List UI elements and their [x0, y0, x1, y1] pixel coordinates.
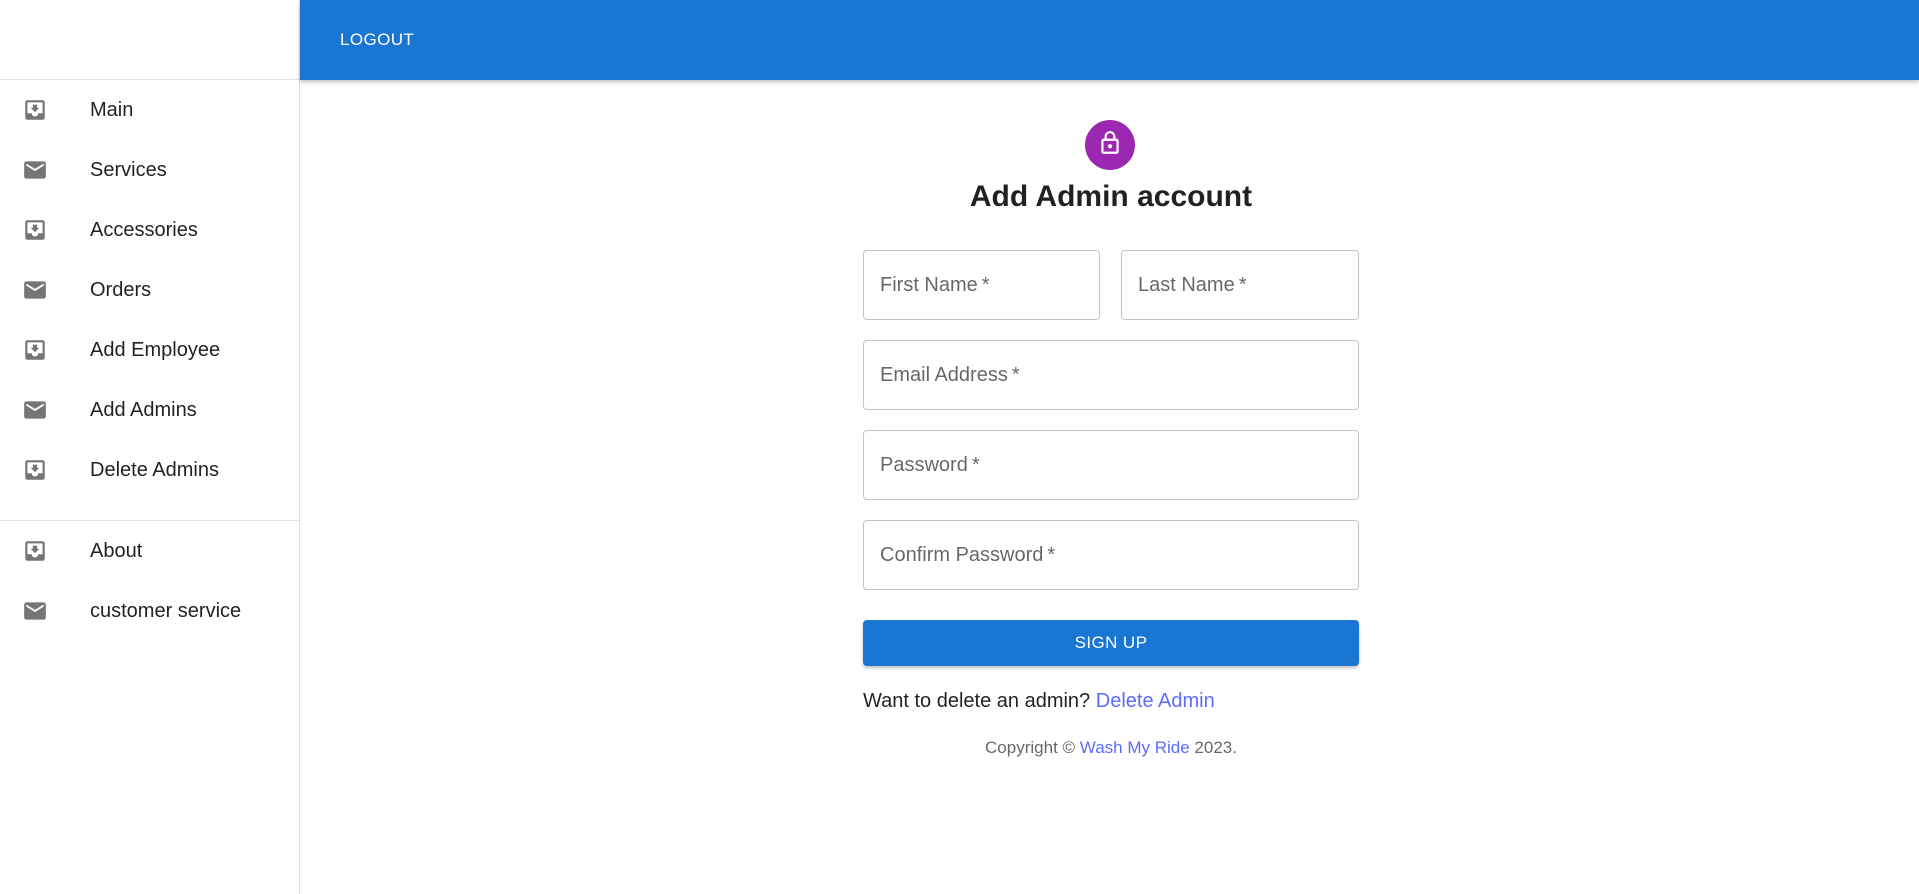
delete-admin-prompt: Want to delete an admin? Delete Admin: [863, 690, 1215, 713]
sidebar-item-accessories[interactable]: Accessories: [0, 200, 299, 260]
required-marker: *: [1011, 363, 1020, 386]
first-name-field[interactable]: First Name *: [863, 250, 1100, 320]
sidebar-item-services[interactable]: Services: [0, 140, 299, 200]
page-title: Add Admin account: [969, 180, 1253, 213]
sidebar-item-label: Add Employee: [90, 338, 221, 361]
last-name-field[interactable]: Last Name *: [1121, 250, 1359, 320]
sidebar-item-about[interactable]: About: [0, 521, 299, 581]
copyright-prefix: Copyright ©: [985, 738, 1076, 757]
sidebar-item-label: customer service: [90, 599, 242, 622]
logout-button[interactable]: LOGOUT: [330, 22, 424, 58]
top-app-bar: LOGOUT: [300, 0, 1919, 80]
copyright-year: 2023.: [1194, 738, 1237, 757]
required-marker: *: [971, 453, 980, 476]
email-placeholder: Email Address: [880, 363, 1008, 386]
move-to-inbox-icon: [22, 217, 48, 243]
email-field[interactable]: Email Address *: [863, 340, 1359, 410]
secondary-nav-list: About customer service: [0, 521, 299, 641]
required-marker: *: [1047, 543, 1056, 566]
sidebar-item-label: Orders: [90, 278, 152, 301]
main-content: Add Admin account First Name * Last Name *…: [300, 80, 1919, 894]
move-to-inbox-icon: [22, 97, 48, 123]
sign-up-button[interactable]: SIGN UP: [863, 620, 1359, 666]
sidebar-item-add-admins[interactable]: Add Admins: [0, 380, 299, 440]
avatar: [1085, 120, 1135, 170]
sidebar-item-delete-admins[interactable]: Delete Admins: [0, 440, 299, 500]
password-placeholder: Password: [880, 453, 968, 476]
mail-icon: [22, 397, 48, 423]
sidebar-item-add-employee[interactable]: Add Employee: [0, 320, 299, 380]
mail-icon: [22, 157, 48, 183]
sidebar-drawer: Main Services Accessories Orders Add Emp…: [0, 0, 300, 894]
password-field[interactable]: Password *: [863, 430, 1359, 500]
required-marker: *: [1238, 273, 1247, 296]
copyright-footer: Copyright © Wash My Ride 2023.: [863, 738, 1359, 758]
lock-icon: [1097, 130, 1123, 161]
delete-admin-link[interactable]: Delete Admin: [1096, 690, 1215, 712]
last-name-placeholder: Last Name: [1138, 273, 1235, 296]
first-name-placeholder: First Name: [880, 273, 978, 296]
sidebar-item-label: Add Admins: [90, 398, 197, 421]
sidebar-item-customer-service[interactable]: customer service: [0, 581, 299, 641]
mail-icon: [22, 277, 48, 303]
delete-prompt-text: Want to delete an admin?: [863, 690, 1091, 712]
confirm-password-field[interactable]: Confirm Password *: [863, 520, 1359, 590]
sidebar-item-main[interactable]: Main: [0, 80, 299, 140]
sidebar-item-label: Services: [90, 158, 167, 181]
sidebar-item-label: Accessories: [90, 218, 198, 241]
mail-icon: [22, 598, 48, 624]
sidebar-item-orders[interactable]: Orders: [0, 260, 299, 320]
sidebar-item-label: Delete Admins: [90, 458, 219, 481]
required-marker: *: [981, 273, 990, 296]
primary-nav-list: Main Services Accessories Orders Add Emp…: [0, 80, 299, 500]
sidebar-item-label: Main: [90, 98, 134, 121]
move-to-inbox-icon: [22, 337, 48, 363]
confirm-password-placeholder: Confirm Password: [880, 543, 1044, 566]
sidebar-item-label: About: [90, 539, 143, 562]
brand-link[interactable]: Wash My Ride: [1080, 738, 1190, 757]
move-to-inbox-icon: [22, 538, 48, 564]
sidebar-header: [0, 0, 299, 80]
move-to-inbox-icon: [22, 457, 48, 483]
